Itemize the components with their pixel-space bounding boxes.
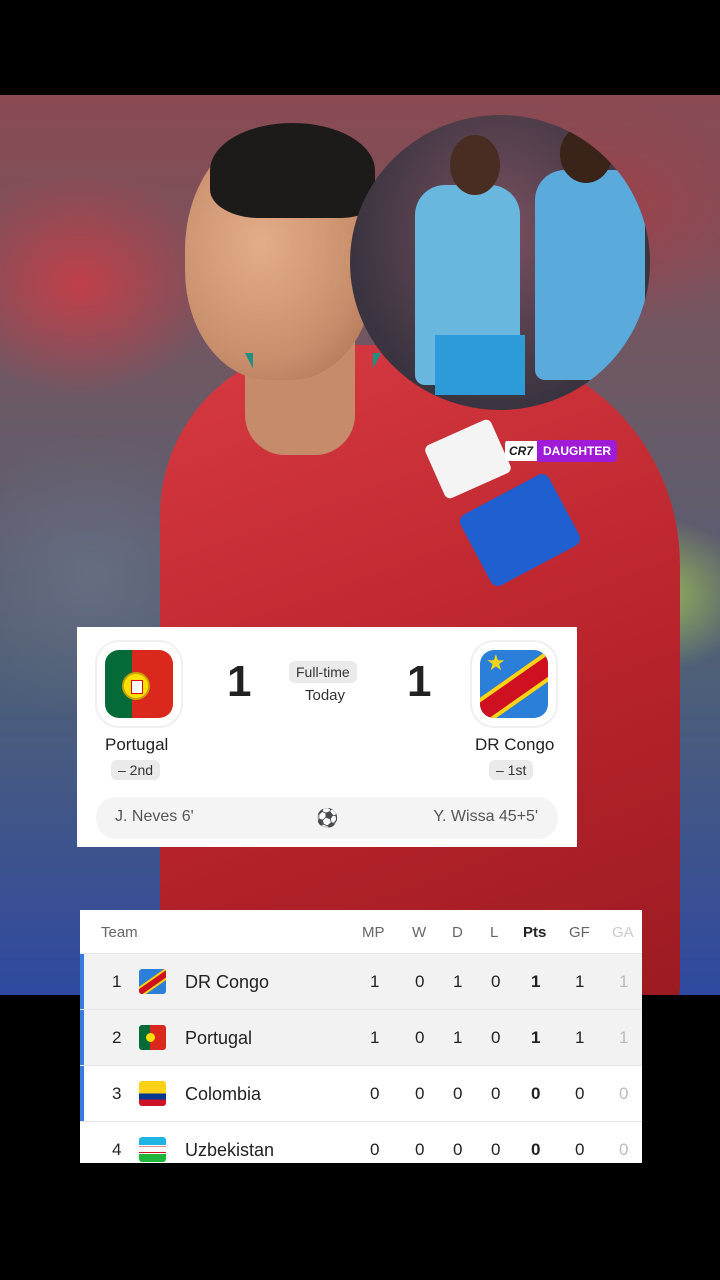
qualification-bar	[80, 954, 84, 1009]
row-pts: 0	[531, 1140, 541, 1159]
row-position: 2	[112, 1028, 122, 1047]
row-ga: 1	[619, 1028, 629, 1047]
row-mp: 1	[370, 972, 380, 991]
header-gf: GF	[569, 924, 590, 941]
header-ga: GA	[612, 924, 634, 941]
table-header: Team MP W D L Pts GF GA	[80, 910, 642, 954]
home-team-rank: – 2nd	[111, 760, 161, 780]
row-ga: 1	[619, 972, 629, 991]
row-pts: 0	[531, 1084, 541, 1103]
inset-photo	[350, 115, 650, 410]
watermark-tag: CR7 DAUGHTER	[505, 440, 618, 462]
watermark-tag-right: DAUGHTER	[537, 440, 618, 462]
header-mp: MP	[362, 924, 385, 941]
portugal-flag-icon	[139, 1025, 166, 1050]
row-w: 0	[415, 1084, 425, 1103]
row-d: 1	[453, 972, 463, 991]
row-l: 0	[491, 1084, 501, 1103]
match-date: Today	[305, 687, 346, 704]
row-d: 0	[453, 1084, 463, 1103]
table-row[interactable]: 4 Uzbekistan 0 0 0 0 0 0 0	[80, 1121, 642, 1163]
table-row[interactable]: 1 DR Congo 1 0 1 0 1 1 1	[80, 953, 642, 1009]
row-l: 0	[491, 1140, 501, 1159]
row-l: 0	[491, 1028, 501, 1047]
match-status: Full-time	[289, 661, 357, 683]
row-l: 0	[491, 972, 501, 991]
qualification-bar	[80, 1010, 84, 1065]
dr-congo-flag-icon	[139, 969, 166, 994]
row-ga: 0	[619, 1140, 629, 1159]
uzbekistan-flag-icon	[139, 1137, 166, 1162]
player-hair	[210, 123, 375, 218]
away-team-name: DR Congo	[475, 735, 555, 754]
row-d: 1	[453, 1028, 463, 1047]
home-team-name: Portugal	[105, 735, 169, 754]
home-scorer: J. Neves 6'	[115, 808, 194, 825]
row-mp: 1	[370, 1028, 380, 1047]
row-mp: 0	[370, 1084, 380, 1103]
table-row[interactable]: 3 Colombia 0 0 0 0 0 0 0	[80, 1065, 642, 1121]
row-w: 0	[415, 1028, 425, 1047]
qualification-bar	[80, 1066, 84, 1121]
row-w: 0	[415, 972, 425, 991]
table-row[interactable]: 2 Portugal 1 0 1 0 1 1 1	[80, 1009, 642, 1065]
match-card[interactable]: 1 Full-time Today 1 ★ Portugal DR Congo …	[77, 627, 577, 847]
row-team: Uzbekistan	[185, 1140, 275, 1160]
standings-table: Team MP W D L Pts GF GA 1 DR Congo 1 0 1…	[80, 910, 642, 1163]
row-pts: 1	[531, 972, 541, 991]
background-photo: CR7 DAUGHTER	[0, 95, 720, 995]
inset-shorts	[435, 335, 525, 395]
row-pts: 1	[531, 1028, 541, 1047]
row-gf: 1	[575, 1028, 585, 1047]
row-gf: 1	[575, 972, 585, 991]
header-l: L	[490, 924, 499, 941]
portugal-flag-icon	[97, 642, 181, 726]
inset-head-left	[450, 135, 500, 195]
row-mp: 0	[370, 1140, 380, 1159]
inset-player-right	[535, 170, 645, 380]
colombia-flag-icon	[139, 1081, 166, 1106]
away-team-rank: – 1st	[489, 760, 534, 780]
row-team: Portugal	[185, 1028, 253, 1048]
soccer-ball-icon: ⚽	[316, 808, 339, 828]
row-team: DR Congo	[185, 972, 270, 992]
inset-head-right	[560, 125, 612, 183]
dr-congo-flag-icon: ★	[472, 642, 556, 726]
row-position: 1	[112, 972, 122, 991]
away-score: 1	[407, 657, 432, 706]
header-pts: Pts	[523, 924, 547, 941]
watermark-tag-left: CR7	[505, 441, 538, 461]
row-team: Colombia	[185, 1084, 262, 1104]
row-position: 3	[112, 1084, 122, 1103]
row-gf: 0	[575, 1140, 585, 1159]
goal-scorers: J. Neves 6' ⚽ Y. Wissa 45+5'	[96, 797, 558, 839]
row-w: 0	[415, 1140, 425, 1159]
home-score: 1	[227, 657, 252, 706]
row-d: 0	[453, 1140, 463, 1159]
row-ga: 0	[619, 1084, 629, 1103]
header-d: D	[452, 924, 463, 941]
away-scorer: Y. Wissa 45+5'	[433, 808, 538, 825]
header-team: Team	[101, 924, 138, 941]
row-gf: 0	[575, 1084, 585, 1103]
row-position: 4	[112, 1140, 122, 1159]
header-w: W	[412, 924, 427, 941]
